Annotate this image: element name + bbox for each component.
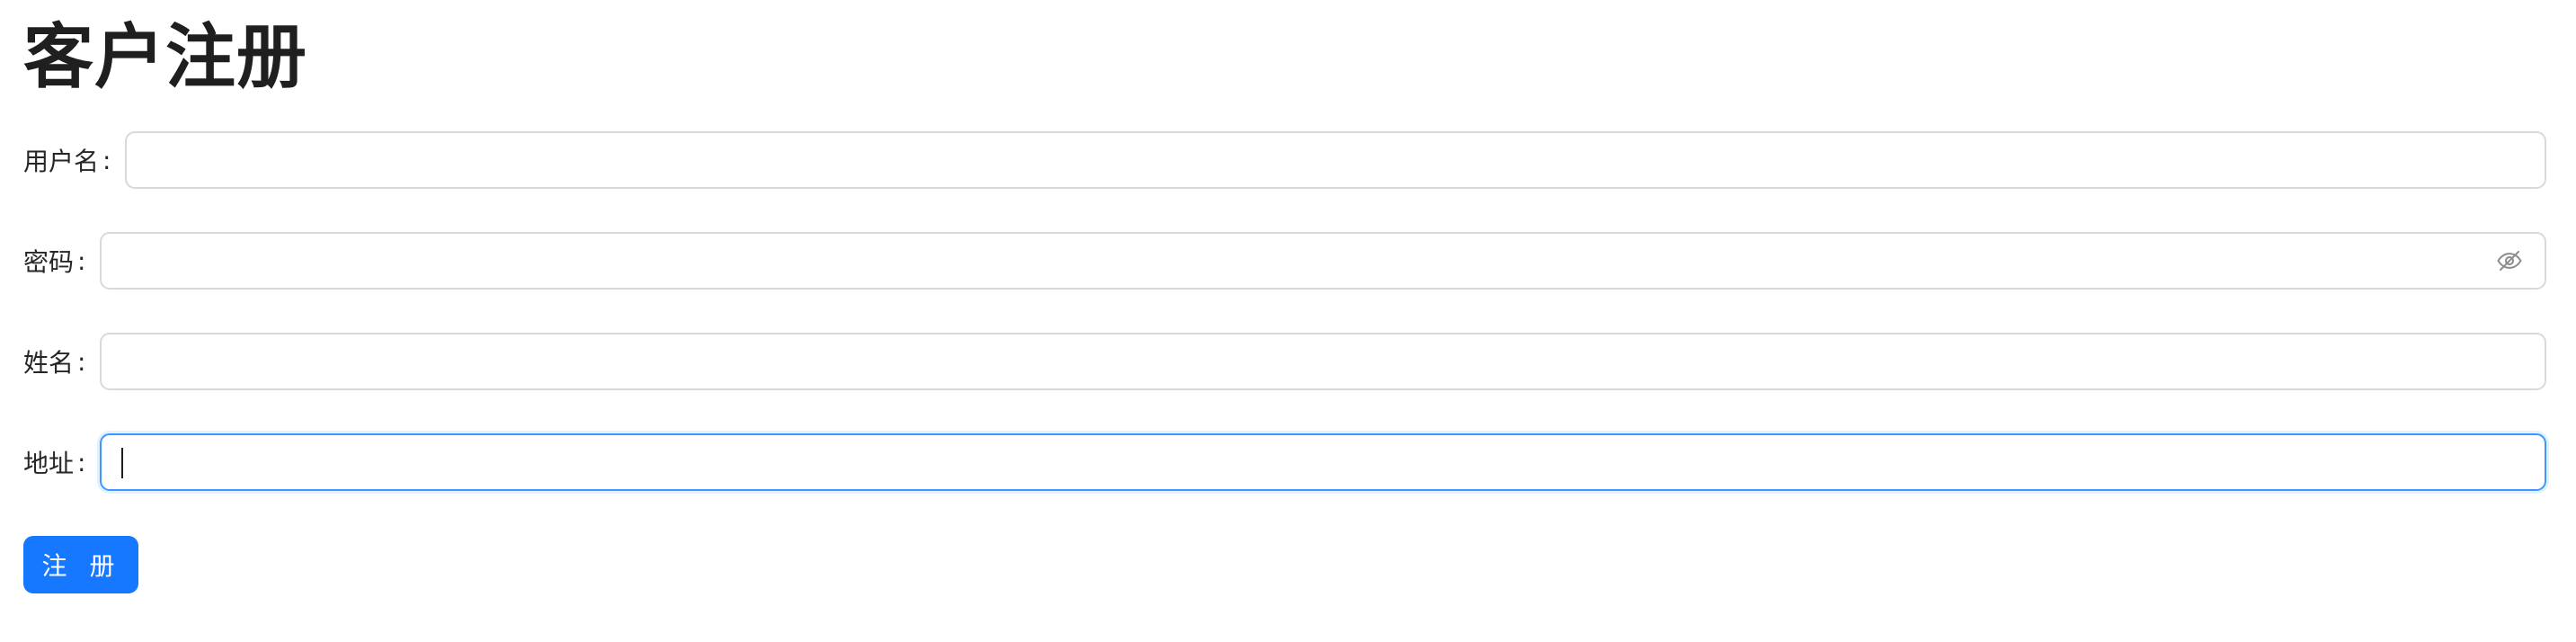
username-label: 用户名:: [23, 142, 125, 178]
name-label: 姓名:: [23, 343, 100, 379]
registration-page: 客户注册 用户名: 密码: 姓名: 地址: 注 册: [0, 0, 2576, 642]
eye-invisible-icon[interactable]: [2494, 245, 2525, 276]
password-label-text: 密码: [23, 247, 75, 277]
password-input[interactable]: [102, 234, 2494, 288]
name-label-text: 姓名: [23, 348, 75, 378]
username-field: [125, 131, 2546, 189]
text-caret: [121, 448, 124, 478]
name-row: 姓名:: [23, 333, 2546, 390]
name-label-colon: :: [77, 346, 86, 377]
password-label-colon: :: [77, 245, 86, 276]
page-title: 客户注册: [23, 17, 308, 98]
address-label-text: 地址: [23, 449, 75, 478]
username-label-text: 用户名: [23, 147, 100, 176]
address-field: [100, 433, 2546, 491]
address-input[interactable]: [102, 435, 2545, 489]
username-label-colon: :: [102, 145, 111, 175]
password-row: 密码:: [23, 232, 2546, 290]
address-label: 地址:: [23, 444, 100, 480]
username-input[interactable]: [127, 133, 2545, 187]
password-field: [100, 232, 2546, 290]
username-row: 用户名:: [23, 131, 2546, 189]
password-label: 密码:: [23, 243, 100, 279]
name-field: [100, 333, 2546, 390]
address-label-colon: :: [77, 447, 86, 477]
register-button[interactable]: 注 册: [23, 536, 138, 593]
name-input[interactable]: [102, 334, 2545, 388]
address-row: 地址:: [23, 433, 2546, 491]
